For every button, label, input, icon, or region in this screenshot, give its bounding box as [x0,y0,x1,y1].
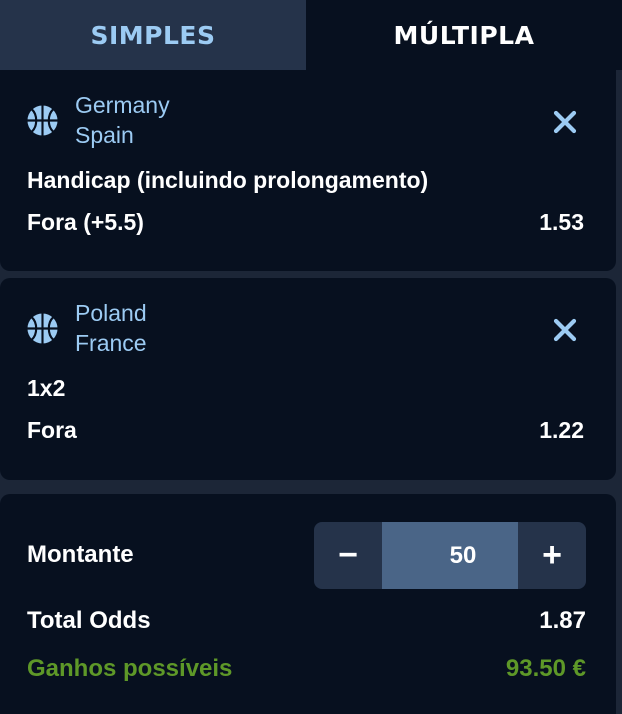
market-name: Handicap (incluindo prolongamento) [27,167,429,193]
total-odds-label: Total Odds [27,607,151,634]
bet-slip-item: Poland France 1x2 Fora 1.22 [0,278,616,480]
basketball-icon [27,105,58,136]
stake-input[interactable] [382,522,518,589]
away-team: France [75,330,147,356]
selection-name: Fora (+5.5) [27,209,144,235]
increment-button[interactable]: + [518,522,586,589]
tab-multipla[interactable]: MÚLTIPLA [306,0,622,70]
decrement-button[interactable]: − [314,522,382,589]
close-icon[interactable] [550,315,580,345]
tab-simples[interactable]: SIMPLES [0,0,306,70]
winnings-label: Ganhos possíveis [27,655,233,682]
bet-type-tabs: SIMPLES MÚLTIPLA [0,0,622,70]
selection-odd: 1.53 [539,209,584,235]
stake-stepper: − + [314,522,586,589]
winnings-value: 93.50 € [505,655,586,682]
market-name: 1x2 [27,375,66,401]
selection-name: Fora [27,417,77,443]
home-team: Poland [75,300,147,326]
basketball-icon [27,313,58,344]
stake-label: Montante [27,541,134,568]
bet-slip-item: Germany Spain Handicap (incluindo prolon… [0,70,616,271]
home-team: Germany [75,92,170,118]
selection-odd: 1.22 [539,417,584,443]
away-team: Spain [75,122,134,148]
close-icon[interactable] [550,107,580,137]
total-odds-value: 1.87 [539,607,586,634]
